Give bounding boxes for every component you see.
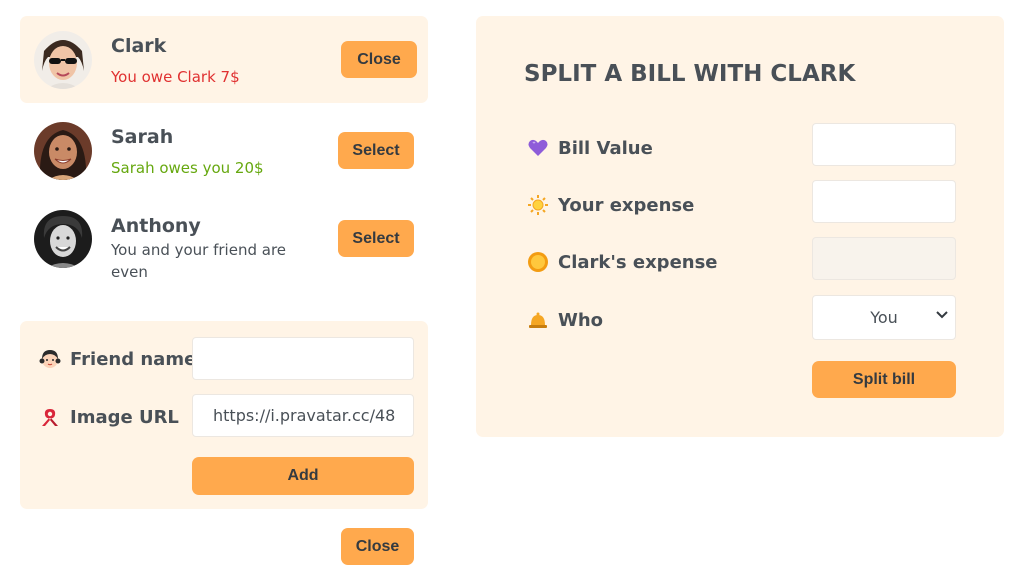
friend-expense-label: Clark's expense — [558, 251, 718, 273]
your-expense-label: Your expense — [558, 194, 695, 216]
friends-list: Clark You owe Clark 7$ Close Sarah Sarah… — [20, 16, 428, 298]
who-pays-selected-value: You — [870, 308, 898, 327]
friend-balance-status: Sarah owes you 20$ — [111, 159, 264, 177]
friend-name: Sarah — [111, 126, 174, 148]
chevron-down-icon — [935, 307, 949, 326]
image-url-label-row: Image URL — [38, 405, 179, 429]
bill-value-label: Bill Value — [558, 137, 653, 159]
close-button[interactable]: Close — [341, 41, 417, 78]
bill-value-label-row: Bill Value — [526, 136, 653, 160]
friend-item-anthony: Anthony You and your friend are even Sel… — [20, 198, 428, 298]
bill-value-input[interactable] — [812, 123, 956, 166]
sun-with-face-icon — [526, 250, 550, 274]
avatar-anthony — [34, 210, 92, 268]
friend-item-clark: Clark You owe Clark 7$ Close — [20, 16, 428, 103]
avatar-sarah — [34, 122, 92, 180]
add-friend-button[interactable]: Add — [192, 457, 414, 495]
your-expense-input[interactable] — [812, 180, 956, 223]
friend-name: Clark — [111, 35, 167, 57]
sun-icon — [526, 193, 550, 217]
girl-face-icon — [38, 347, 62, 371]
split-bill-form: SPLIT A BILL WITH CLARK Bill Value Your … — [476, 16, 1004, 437]
purple-heart-icon — [526, 136, 550, 160]
close-add-form-button[interactable]: Close — [341, 528, 414, 565]
image-url-input[interactable]: https://i.pravatar.cc/48 — [192, 394, 414, 437]
image-url-label: Image URL — [70, 406, 179, 428]
friend-name-label: Friend name — [70, 348, 197, 370]
avatar-clark — [34, 31, 92, 89]
your-expense-label-row: Your expense — [526, 193, 694, 217]
red-ribbon-icon — [38, 405, 62, 429]
friend-name: Anthony — [111, 215, 201, 237]
add-friend-form: Friend name Image URL https://i.pravatar… — [20, 321, 428, 509]
friend-balance-status: You owe Clark 7$ — [111, 68, 240, 86]
friend-name-input[interactable] — [192, 337, 414, 380]
friend-balance-status: You and your friend are even — [111, 241, 287, 281]
friend-expense-input — [812, 237, 956, 280]
who-pays-select[interactable]: You — [812, 295, 956, 340]
bell-icon — [526, 308, 550, 332]
select-button[interactable]: Select — [338, 220, 414, 257]
who-pays-label-row: Who — [526, 308, 603, 332]
friend-name-label-row: Friend name — [38, 347, 196, 371]
who-pays-label: Who — [558, 309, 604, 331]
friend-item-sarah: Sarah Sarah owes you 20$ Select — [20, 107, 428, 194]
split-bill-title: SPLIT A BILL WITH CLARK — [524, 61, 856, 87]
select-button[interactable]: Select — [338, 132, 414, 169]
split-bill-button[interactable]: Split bill — [812, 361, 956, 398]
friend-expense-label-row: Clark's expense — [526, 250, 718, 274]
